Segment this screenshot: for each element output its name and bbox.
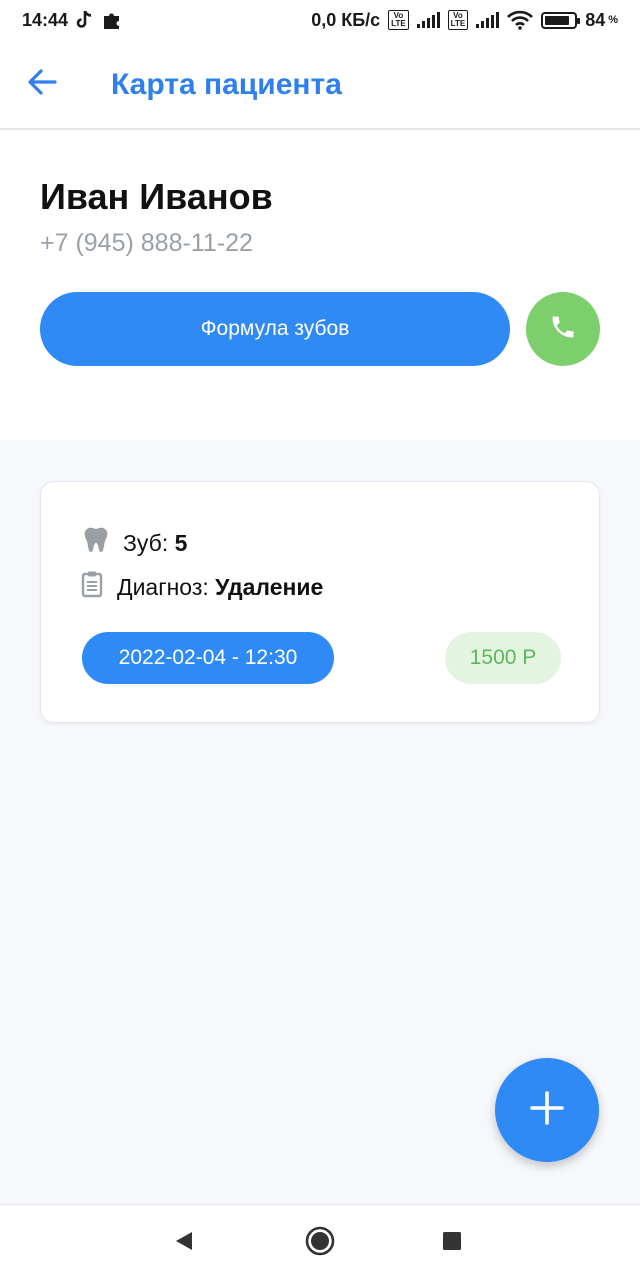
page-title: Карта пациента: [111, 68, 342, 101]
back-triangle-icon: [173, 1230, 195, 1257]
tooth-row: Зуб: 5: [83, 526, 187, 560]
volte-icon: Vo LTE: [447, 10, 469, 30]
tooth-text: Зуб: 5: [123, 530, 187, 557]
diagnosis-label: Диагноз:: [117, 573, 216, 600]
puzzle-icon: [102, 10, 122, 30]
visit-datetime-badge: 2022-02-04 - 12:30: [82, 632, 334, 684]
nav-recents-button[interactable]: [434, 1225, 470, 1261]
battery-percent: 84: [585, 9, 606, 30]
visit-card[interactable]: Зуб: 5 Диагноз: Удаление 2022-02-04 - 12…: [40, 481, 600, 723]
patient-phone: +7 (945) 888-11-22: [40, 229, 253, 257]
status-right: 0,0 КБ/с Vo LTE Vo LTE 84 %: [311, 10, 618, 31]
home-circle-icon: [304, 1225, 336, 1262]
phone-icon: [549, 313, 577, 346]
battery-icon: [541, 11, 581, 29]
app-bar: Карта пациента: [0, 40, 640, 130]
nav-back-button[interactable]: [166, 1225, 202, 1261]
add-visit-button[interactable]: [495, 1058, 599, 1162]
call-button[interactable]: [526, 292, 600, 366]
battery-percent-sign: %: [608, 14, 618, 26]
tooth-icon: [83, 526, 109, 560]
system-nav-bar: [0, 1204, 640, 1280]
visits-area: Зуб: 5 Диагноз: Удаление 2022-02-04 - 12…: [0, 440, 640, 1204]
clipboard-icon: [81, 570, 103, 604]
tiktok-icon: [76, 10, 94, 30]
volte-icon: Vo LTE: [388, 10, 409, 30]
nav-home-button[interactable]: [302, 1225, 338, 1261]
signal-icon: [416, 12, 440, 28]
tooth-value: 5: [174, 529, 188, 556]
patient-name: Иван Иванов: [40, 176, 273, 217]
patient-header: Иван Иванов +7 (945) 888-11-22 Формула з…: [0, 132, 640, 440]
status-left: 14:44: [22, 10, 122, 31]
diagnosis-value: Удаление: [215, 573, 324, 600]
visit-price-badge: 1500 Р: [445, 632, 561, 684]
battery-fill: [545, 15, 569, 25]
back-button[interactable]: [26, 68, 58, 100]
recents-square-icon: [441, 1230, 463, 1257]
signal-icon: [476, 12, 500, 28]
arrow-left-icon: [27, 68, 57, 100]
tooth-label: Зуб:: [123, 529, 175, 556]
teeth-formula-button[interactable]: Формула зубов: [40, 292, 510, 366]
status-bar: 14:44 0,0 КБ/с Vo LTE Vo LTE 84 %: [0, 0, 640, 40]
status-time: 14:44: [22, 9, 69, 30]
diagnosis-text: Диагноз: Удаление: [117, 574, 323, 601]
plus-icon: [529, 1090, 565, 1131]
wifi-icon: [507, 10, 534, 30]
network-speed: 0,0 КБ/с: [311, 9, 381, 30]
diagnosis-row: Диагноз: Удаление: [81, 570, 323, 604]
